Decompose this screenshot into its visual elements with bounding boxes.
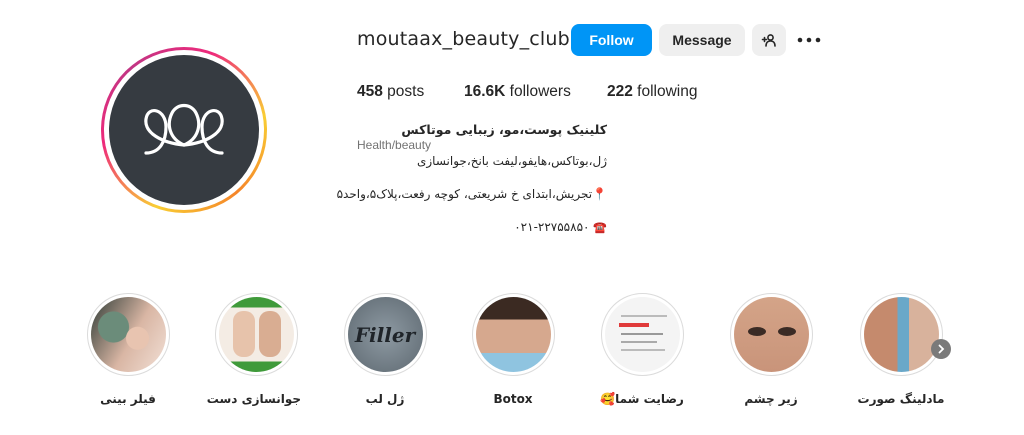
eyes-photo-icon (733, 297, 809, 372)
followers-stat[interactable]: 16.6K followers (464, 83, 571, 101)
highlight-item[interactable]: زیر چشم (726, 293, 816, 406)
follow-button[interactable]: Follow (571, 24, 652, 56)
telephone-icon: ☎️ (593, 221, 607, 234)
profile-username: moutaax_beauty_club (357, 28, 570, 50)
posts-label: posts (382, 83, 425, 100)
highlight-item[interactable]: Botox (468, 293, 558, 406)
highlight-item[interactable]: رضایت شما🥰 (597, 293, 687, 406)
document-photo-icon (604, 297, 680, 372)
add-user-icon (761, 34, 776, 47)
highlight-image-text: Filler (354, 322, 416, 347)
avatar[interactable] (109, 55, 259, 205)
highlight-ring (214, 293, 298, 376)
highlight-item[interactable]: فیلر بینی (83, 293, 173, 406)
profile-avatar-ring[interactable] (101, 47, 267, 213)
bio-address-text: تجریش،ابتدای خ شریعتی، کوچه رفعت،پلاک۵،و… (336, 187, 593, 201)
face-photo-icon (90, 297, 166, 372)
highlight-label: رضایت شما🥰 (597, 392, 687, 406)
posts-count: 458 (357, 83, 383, 100)
posts-stat: 458 posts (357, 83, 424, 101)
highlight-label-text: رضایت شما (615, 392, 684, 406)
bio-category: Health/beauty (357, 138, 432, 152)
bio-phone-text: ۰۲۱-۲۲۷۵۵۸۵۰ (514, 220, 590, 234)
following-label: following (632, 83, 698, 100)
bio-line-phone: ☎️ ۰۲۱-۲۲۷۵۵۸۵۰ (357, 220, 607, 234)
more-icon (797, 37, 821, 43)
highlight-label: Botox (493, 392, 533, 406)
following-stat[interactable]: 222 following (607, 83, 698, 101)
highlight-item[interactable]: جوانسازی دست (206, 293, 301, 406)
more-options-button[interactable] (796, 30, 822, 50)
moutaax-logo-icon (144, 103, 224, 155)
highlight-ring (859, 293, 943, 376)
followers-label: followers (505, 83, 571, 100)
hands-photo-icon (218, 297, 294, 372)
face-photo-icon (863, 297, 939, 372)
bio-services-text: ژل،بوتاکس،هایفو،لیفت بانخ،جوانسازی (416, 154, 607, 168)
filler-text-photo-icon: Filler (347, 297, 423, 372)
highlight-ring: Filler (343, 293, 427, 376)
message-button[interactable]: Message (659, 24, 745, 56)
highlight-item[interactable]: Filler ژل لب (340, 293, 430, 406)
smiling-face-hearts-icon: 🥰 (600, 392, 616, 406)
bio-line-services: ژل،بوتاکس،هایفو،لیفت بانخ،جوانسازی (357, 154, 607, 168)
bio-line-address: 📍تجریش،ابتدای خ شریعتی، کوچه رفعت،پلاک۵،… (337, 187, 607, 201)
bio-name: کلینیک پوست،مو، زیبایی موتاکس (401, 122, 607, 137)
avatar-gap (104, 50, 264, 210)
highlight-label: ژل لب (365, 392, 405, 406)
pin-icon: 📍 (592, 187, 607, 201)
following-count: 222 (607, 83, 633, 100)
highlight-label: فیلر بینی (100, 392, 156, 406)
highlight-ring (471, 293, 555, 376)
chevron-right-icon (938, 344, 945, 354)
highlights-next-button[interactable] (931, 339, 951, 359)
face-photo-icon (475, 297, 551, 372)
suggest-user-button[interactable] (752, 24, 786, 56)
followers-count: 16.6K (464, 83, 506, 100)
highlight-label: جوانسازی دست (206, 392, 301, 406)
profile-bio: کلینیک پوست،مو، زیبایی موتاکس Health/bea… (337, 122, 607, 234)
highlight-label: زیر چشم (744, 392, 798, 406)
highlight-ring (729, 293, 813, 376)
highlight-label: مادلینگ صورت (857, 392, 945, 406)
highlight-ring (86, 293, 170, 376)
highlight-ring (600, 293, 684, 376)
